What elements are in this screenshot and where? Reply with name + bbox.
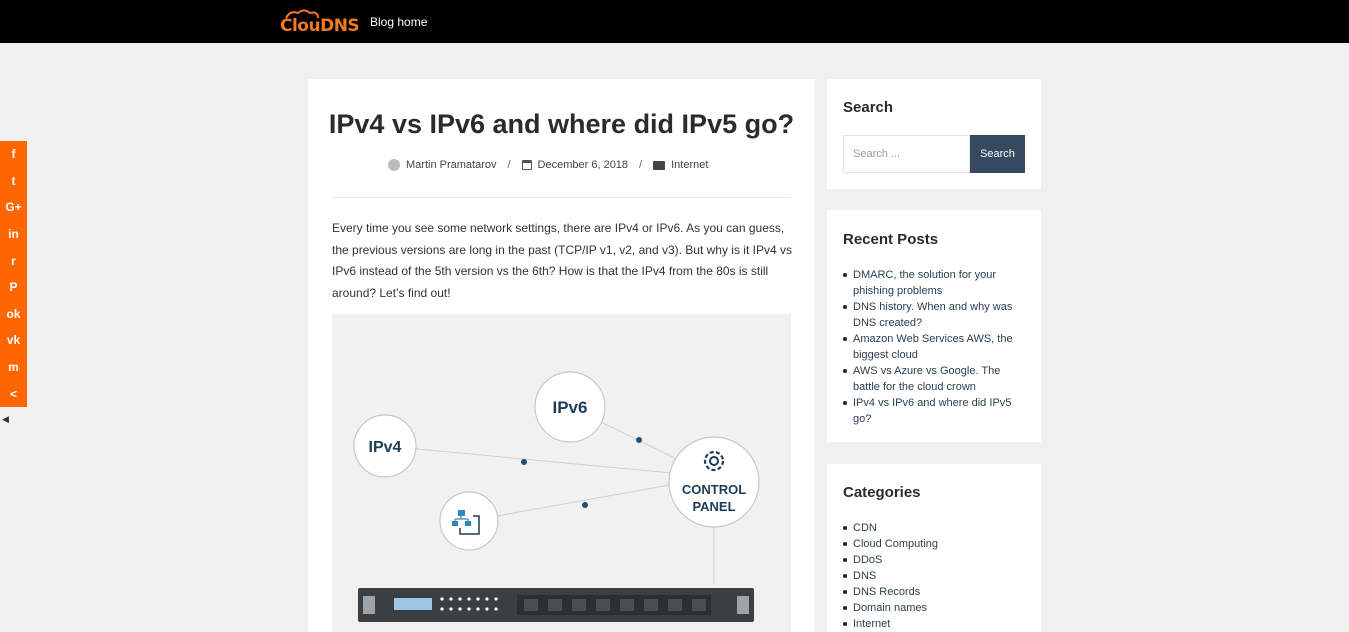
post-featured-image: IPv4 IPv6 CONTROL PANEL [332,314,791,632]
post-intro: Every time you see some network settings… [332,221,792,300]
category-link[interactable]: Domain names [843,600,1028,616]
categories-list: CDN Cloud Computing DDoS DNS DNS Records… [843,520,1028,632]
recent-post-link[interactable]: AWS vs Azure vs Google. The battle for th… [843,363,1028,395]
nav-blog-home[interactable]: Blog home [370,15,427,29]
social-share-bar: f t G+ in r Pok vk m < [0,141,27,407]
category-link[interactable]: Cloud Computing [843,536,1028,552]
recent-post-link[interactable]: IPv4 vs IPv6 and where did IPv5 go? [843,395,1028,427]
meta-divider [332,197,791,198]
logo-text: ClouDNS [280,16,360,36]
diagram-ipv4-label: IPv4 [369,439,402,456]
categories-widget: Categories CDN Cloud Computing DDoS DNS … [827,464,1041,632]
google-plus-share-icon[interactable]: G+ [0,194,27,221]
folder-icon [653,160,666,170]
recent-posts-title: Recent Posts [843,231,939,248]
category-link[interactable]: Internet [843,616,1028,632]
diagram-control-label-1: CONTROL [682,482,746,497]
pinterest-share-icon[interactable]: P [0,274,27,301]
category-link[interactable]: DNS Records [843,584,1028,600]
post-author[interactable]: Martin Pramatarov [406,159,496,171]
post-title: IPv4 vs IPv6 and where did IPv5 go? [328,109,795,139]
categories-title: Categories [843,484,921,501]
odnoklassniki-share-icon[interactable]: ok [0,301,27,328]
reddit-share-icon[interactable]: r [0,247,27,274]
recent-post-link[interactable]: DNS history. When and why was DNS created… [843,299,1028,331]
diagram-ipv6-label: IPv6 [553,398,588,417]
facebook-share-icon[interactable]: f [0,141,27,168]
search-widget-title: Search [843,99,894,116]
post-category[interactable]: Internet [671,159,708,171]
cloudns-logo[interactable]: ClouDNS [280,8,360,38]
diagram-control-label-2: PANEL [692,499,735,514]
calendar-icon [521,160,532,170]
mix-share-icon[interactable]: m [0,354,27,381]
share-share-icon[interactable]: < [0,380,27,407]
top-navbar: ClouDNS Blog home [0,0,1349,43]
recent-post-link[interactable]: DMARC, the solution for your phishing pro… [843,267,1028,299]
category-link[interactable]: CDN [843,520,1028,536]
category-link[interactable]: DNS [843,568,1028,584]
recent-post-link[interactable]: Amazon Web Services AWS, the biggest clou… [843,331,1028,363]
post-date[interactable]: December 6, 2018 [538,159,629,171]
vk-share-icon[interactable]: vk [0,327,27,354]
collapse-share-icon[interactable]: ◀ [2,414,9,425]
search-widget: Search Search ... Search [827,79,1041,189]
server-rack-icon [358,588,754,622]
search-input[interactable]: Search ... [843,135,970,173]
category-link[interactable]: DDoS [843,552,1028,568]
network-diagram: IPv4 IPv6 CONTROL PANEL [353,371,760,622]
search-button[interactable]: Search [970,135,1025,173]
meta-separator: / [639,159,643,171]
author-avatar-icon [388,159,400,171]
meta-separator: / [507,159,511,171]
post-card: IPv4 vs IPv6 and where did IPv5 go? Mart… [308,79,815,632]
linkedin-share-icon[interactable]: in [0,221,27,248]
twitter-share-icon[interactable]: t [0,168,27,195]
recent-posts-widget: Recent Posts DMARC, the solution for you… [827,210,1041,442]
post-meta: Martin Pramatarov / December 6, 2018 / I… [388,159,708,171]
recent-posts-list: DMARC, the solution for your phishing pro… [843,267,1028,427]
